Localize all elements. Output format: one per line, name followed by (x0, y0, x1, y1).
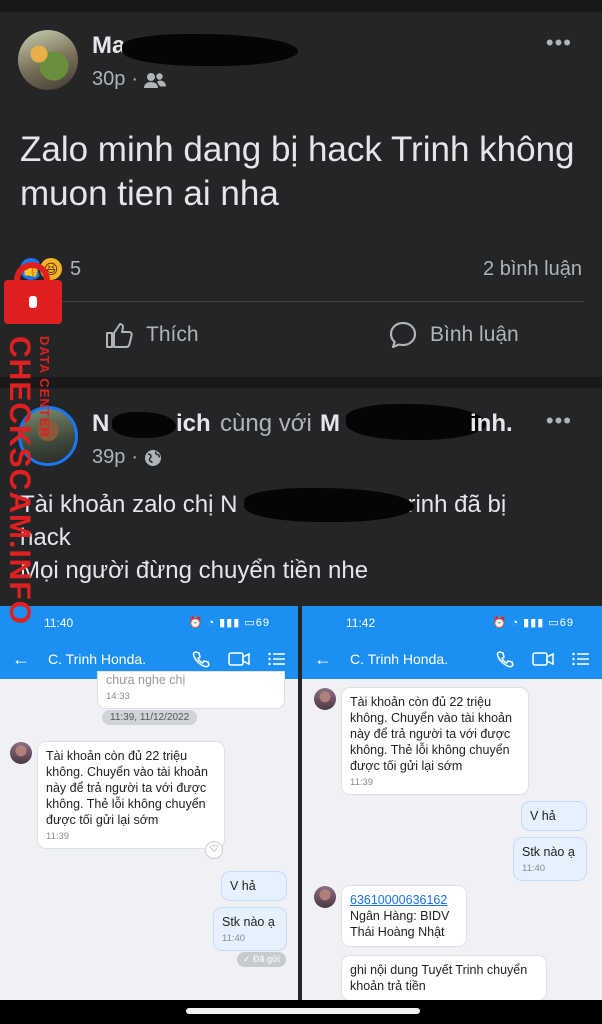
like-button[interactable]: Thích (104, 320, 199, 350)
watermark-subtext: DATA CENTER (37, 336, 52, 438)
comment-count-link[interactable]: 2 bình luận (483, 258, 582, 281)
contact-avatar[interactable] (314, 886, 336, 908)
divider (18, 301, 584, 302)
post-meta: 30p · (92, 68, 167, 91)
author-name-suffix[interactable]: ich (176, 410, 211, 438)
status-bar: 11:42 ⏰ ◔ ▮▮▮ ▭69 (302, 606, 602, 639)
home-indicator[interactable] (186, 1008, 420, 1014)
date-divider: 11:39, 11/12/2022 (102, 710, 198, 725)
incoming-message[interactable]: Tài khoản còn đủ 22 triệu không. Chuyển … (342, 688, 528, 794)
status-bar: 11:40 ⏰ ◔ ▮▮▮ ▭69 (0, 606, 298, 639)
status-icons: ⏰ ◔ ▮▮▮ ▭69 (492, 617, 574, 629)
post-body: Zalo minh dang bị hack Trinh không muon … (20, 130, 575, 213)
outgoing-message[interactable]: Stk nào ạ 11:40 (514, 838, 586, 880)
comment-bubble-icon (389, 321, 417, 349)
incoming-message[interactable]: ghi nội dung Tuyết Trinh chuyển khoản tr… (342, 956, 546, 1000)
video-icon[interactable] (228, 651, 250, 667)
back-arrow-icon[interactable]: ← (12, 649, 30, 670)
heart-reaction-icon[interactable]: ♡ (206, 842, 222, 858)
clock: 11:40 (44, 615, 74, 630)
video-icon[interactable] (532, 651, 554, 667)
outgoing-message[interactable]: Stk nào ạ 11:40 (214, 908, 286, 950)
watermark-text: CHECKSCAM.INFO (3, 336, 36, 625)
post-line-2: hack (20, 524, 71, 551)
reaction-count: 5 (70, 257, 82, 280)
friends-icon (144, 72, 167, 88)
tagged-name-suffix[interactable]: inh. (470, 410, 513, 438)
message-bubble-partial[interactable]: chưa nghe chị 14:33 (98, 672, 284, 708)
back-arrow-icon[interactable]: ← (314, 649, 332, 670)
sent-status: ✓ Đã gửi (236, 952, 286, 967)
author-avatar[interactable] (18, 30, 78, 90)
post-time[interactable]: 39p (92, 446, 125, 469)
comment-label: Bình luận (430, 323, 519, 346)
globe-icon (145, 449, 162, 466)
status-icons: ⏰ ◔ ▮▮▮ ▭69 (188, 617, 270, 629)
phone-icon[interactable] (496, 650, 514, 668)
contact-name[interactable]: C. Trinh Honda. (350, 651, 478, 667)
outgoing-message[interactable]: V hả (222, 872, 286, 900)
more-options-icon[interactable]: ••• (546, 30, 572, 56)
redaction-scribble (244, 488, 414, 522)
redaction-scribble (112, 412, 176, 438)
lock-keyhole (29, 296, 37, 308)
list-icon[interactable] (268, 651, 286, 667)
post-time[interactable]: 30p (92, 68, 125, 91)
incoming-message[interactable]: Tài khoản còn đủ 22 triệu không. Chuyển … (38, 742, 224, 848)
phone-icon[interactable] (192, 650, 210, 668)
zalo-screenshot-1: 11:40 ⏰ ◔ ▮▮▮ ▭69 ← C. Trinh Honda. chưa… (0, 606, 298, 1024)
clock: 11:42 (346, 615, 376, 630)
post-card-1: Ma 30p · ••• Zalo minh dang bị hack Trin… (0, 12, 602, 377)
more-options-icon[interactable]: ••• (546, 408, 572, 434)
zalo-screenshot-2: 11:42 ⏰ ◔ ▮▮▮ ▭69 ← C. Trinh Honda. Tài … (302, 606, 602, 1024)
post-meta: 39p · (92, 446, 162, 469)
incoming-message-account[interactable]: 63610000636162 Ngân Hàng: BIDV Thái Hoàn… (342, 886, 466, 946)
thumbs-up-icon (106, 323, 133, 348)
outgoing-message[interactable]: V hả (522, 802, 586, 830)
contact-avatar[interactable] (10, 742, 32, 764)
account-number-link[interactable]: 63610000636162 (350, 893, 447, 907)
like-label: Thích (146, 323, 199, 346)
redaction-scribble (346, 404, 486, 440)
contact-avatar[interactable] (314, 688, 336, 710)
tagged-with-label: cùng với (220, 410, 312, 437)
tagged-name-prefix[interactable]: M (320, 410, 340, 438)
redaction-scribble (122, 34, 298, 66)
author-name[interactable]: Ma (92, 32, 125, 60)
author-name-prefix[interactable]: N (92, 410, 109, 438)
chat-header: ← C. Trinh Honda. (302, 639, 602, 679)
comment-button[interactable]: Bình luận (388, 320, 519, 350)
post-line-3: Mọi người đừng chuyển tiền nhe (20, 557, 369, 584)
contact-name[interactable]: C. Trinh Honda. (48, 651, 174, 667)
list-icon[interactable] (572, 651, 590, 667)
